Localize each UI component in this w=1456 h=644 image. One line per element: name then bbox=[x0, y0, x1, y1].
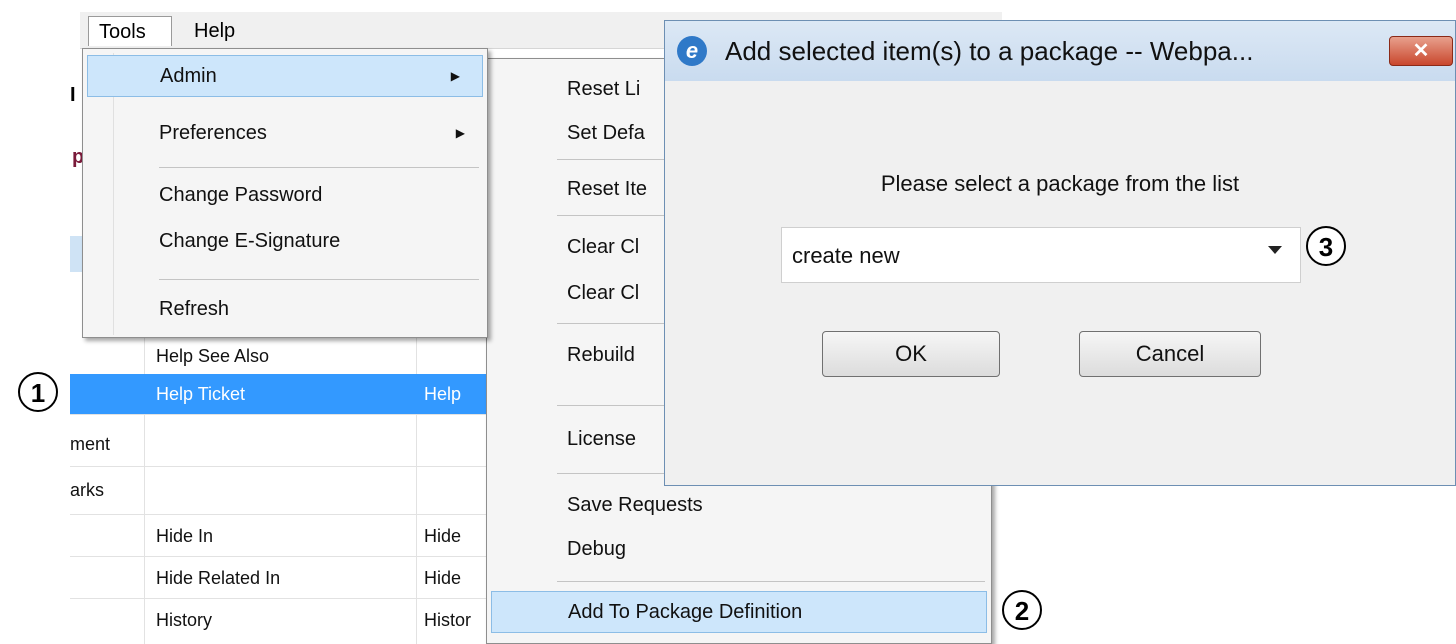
menu-item-change-e-signature[interactable]: Change E-Signature bbox=[83, 221, 487, 261]
submenu-arrow-icon: ▶ bbox=[455, 126, 465, 140]
callout-2: 2 bbox=[1002, 590, 1042, 630]
table-cell-name[interactable]: Hide In bbox=[156, 516, 406, 556]
menu-item-save-requests[interactable]: Save Requests bbox=[487, 485, 991, 525]
menu-tools[interactable]: Tools bbox=[88, 16, 172, 46]
menu-item-refresh[interactable]: Refresh bbox=[83, 289, 487, 329]
package-select[interactable]: create new bbox=[781, 227, 1301, 283]
menu-item-debug[interactable]: Debug bbox=[487, 529, 991, 569]
dialog-title-bar[interactable]: e Add selected item(s) to a package -- W… bbox=[665, 21, 1455, 81]
table-cell-name[interactable]: Help See Also bbox=[156, 336, 406, 376]
table-cell-type[interactable]: Hide bbox=[424, 558, 490, 598]
table-cell-type[interactable]: Histor bbox=[424, 600, 490, 640]
menu-item-label: Admin bbox=[160, 65, 217, 87]
internet-explorer-icon: e bbox=[677, 36, 707, 66]
ok-button[interactable]: OK bbox=[822, 331, 1000, 377]
menu-item-change-password[interactable]: Change Password bbox=[83, 175, 487, 215]
menu-separator bbox=[159, 279, 479, 280]
submenu-arrow-icon: ▶ bbox=[450, 69, 460, 83]
table-cell-name[interactable]: History bbox=[156, 600, 406, 640]
callout-1: 1 bbox=[18, 372, 58, 412]
chevron-down-icon bbox=[1268, 246, 1282, 254]
cancel-button[interactable]: Cancel bbox=[1079, 331, 1261, 377]
table-cell-name[interactable]: Help Ticket bbox=[156, 374, 406, 414]
menu-item-label: Preferences bbox=[159, 122, 267, 144]
menu-separator bbox=[557, 581, 985, 582]
background-highlight bbox=[70, 236, 82, 272]
table-cell-name[interactable]: Hide Related In bbox=[156, 558, 406, 598]
table-cell-label[interactable]: ment bbox=[70, 424, 140, 464]
dialog-prompt: Please select a package from the list bbox=[880, 171, 1240, 196]
callout-3: 3 bbox=[1306, 226, 1346, 266]
menu-item-admin[interactable]: Admin ▶ bbox=[87, 55, 483, 97]
menu-separator bbox=[159, 167, 479, 168]
dialog-title: Add selected item(s) to a package -- Web… bbox=[725, 36, 1254, 66]
menu-item-add-to-package-definition[interactable]: Add To Package Definition bbox=[491, 591, 987, 633]
background-fragment: I bbox=[70, 84, 76, 106]
close-button[interactable]: ✕ bbox=[1389, 36, 1453, 66]
menu-help[interactable]: Help bbox=[184, 16, 260, 46]
menu-item-preferences[interactable]: Preferences ▶ bbox=[83, 113, 487, 153]
table-cell-type[interactable]: Help bbox=[424, 374, 490, 414]
close-icon: ✕ bbox=[1412, 40, 1430, 62]
table-cell-type[interactable]: Hide bbox=[424, 516, 490, 556]
tools-menu: Admin ▶ Preferences ▶ Change Password Ch… bbox=[82, 48, 488, 338]
package-select-value: create new bbox=[792, 243, 900, 268]
table-cell-label[interactable]: arks bbox=[70, 470, 140, 510]
